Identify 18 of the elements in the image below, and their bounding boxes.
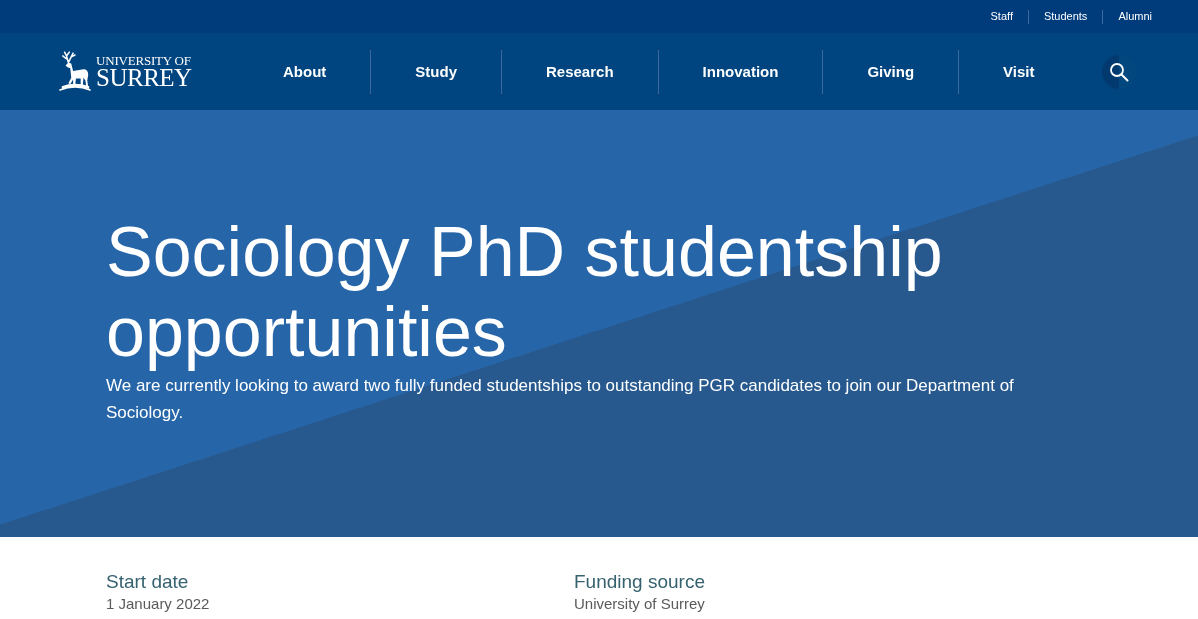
utility-link[interactable]: Students — [1043, 11, 1088, 22]
detail-value: University of Surrey — [574, 594, 706, 614]
utility-link[interactable]: Alumni — [1118, 11, 1152, 22]
nav-link[interactable]: Visit — [959, 64, 1079, 79]
detail-label: Start date — [106, 570, 190, 594]
nav-link[interactable]: Innovation — [658, 64, 823, 79]
nav-link[interactable]: Study — [371, 64, 501, 79]
utility-link[interactable]: Staff — [990, 11, 1013, 22]
stag-icon — [58, 50, 92, 93]
page-title: Sociology PhD studentship opportunities — [106, 212, 944, 372]
nav-link[interactable]: Research — [502, 64, 658, 79]
detail-value: 1 January 2022 — [106, 594, 211, 614]
search-icon — [1109, 61, 1130, 82]
detail-label: Funding source — [574, 570, 706, 594]
nav-link[interactable]: About — [239, 64, 371, 79]
logo-link[interactable]: UNIVERSITY OF SURREY — [58, 50, 200, 93]
nav-link[interactable]: Giving — [823, 64, 959, 79]
hero-summary: We are currently looking to award two fully funded studentships to outstanding PGR candidates to join our Department of Sociology. — [106, 375, 1015, 424]
